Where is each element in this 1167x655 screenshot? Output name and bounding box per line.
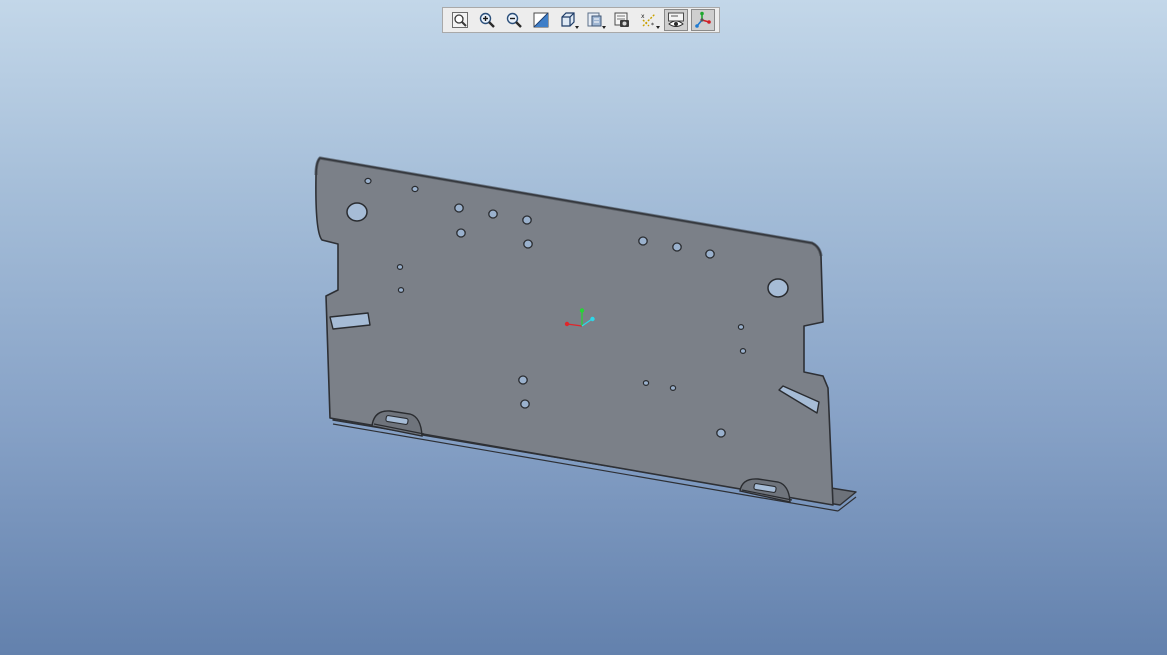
model-view[interactable] <box>0 0 1167 655</box>
mounting-hole-large <box>346 202 368 222</box>
mounting-hole-large <box>767 278 789 298</box>
sheet-metal-part[interactable] <box>314 156 857 512</box>
graphics-window[interactable]: x * <box>0 0 1167 655</box>
plate-face <box>315 157 834 506</box>
